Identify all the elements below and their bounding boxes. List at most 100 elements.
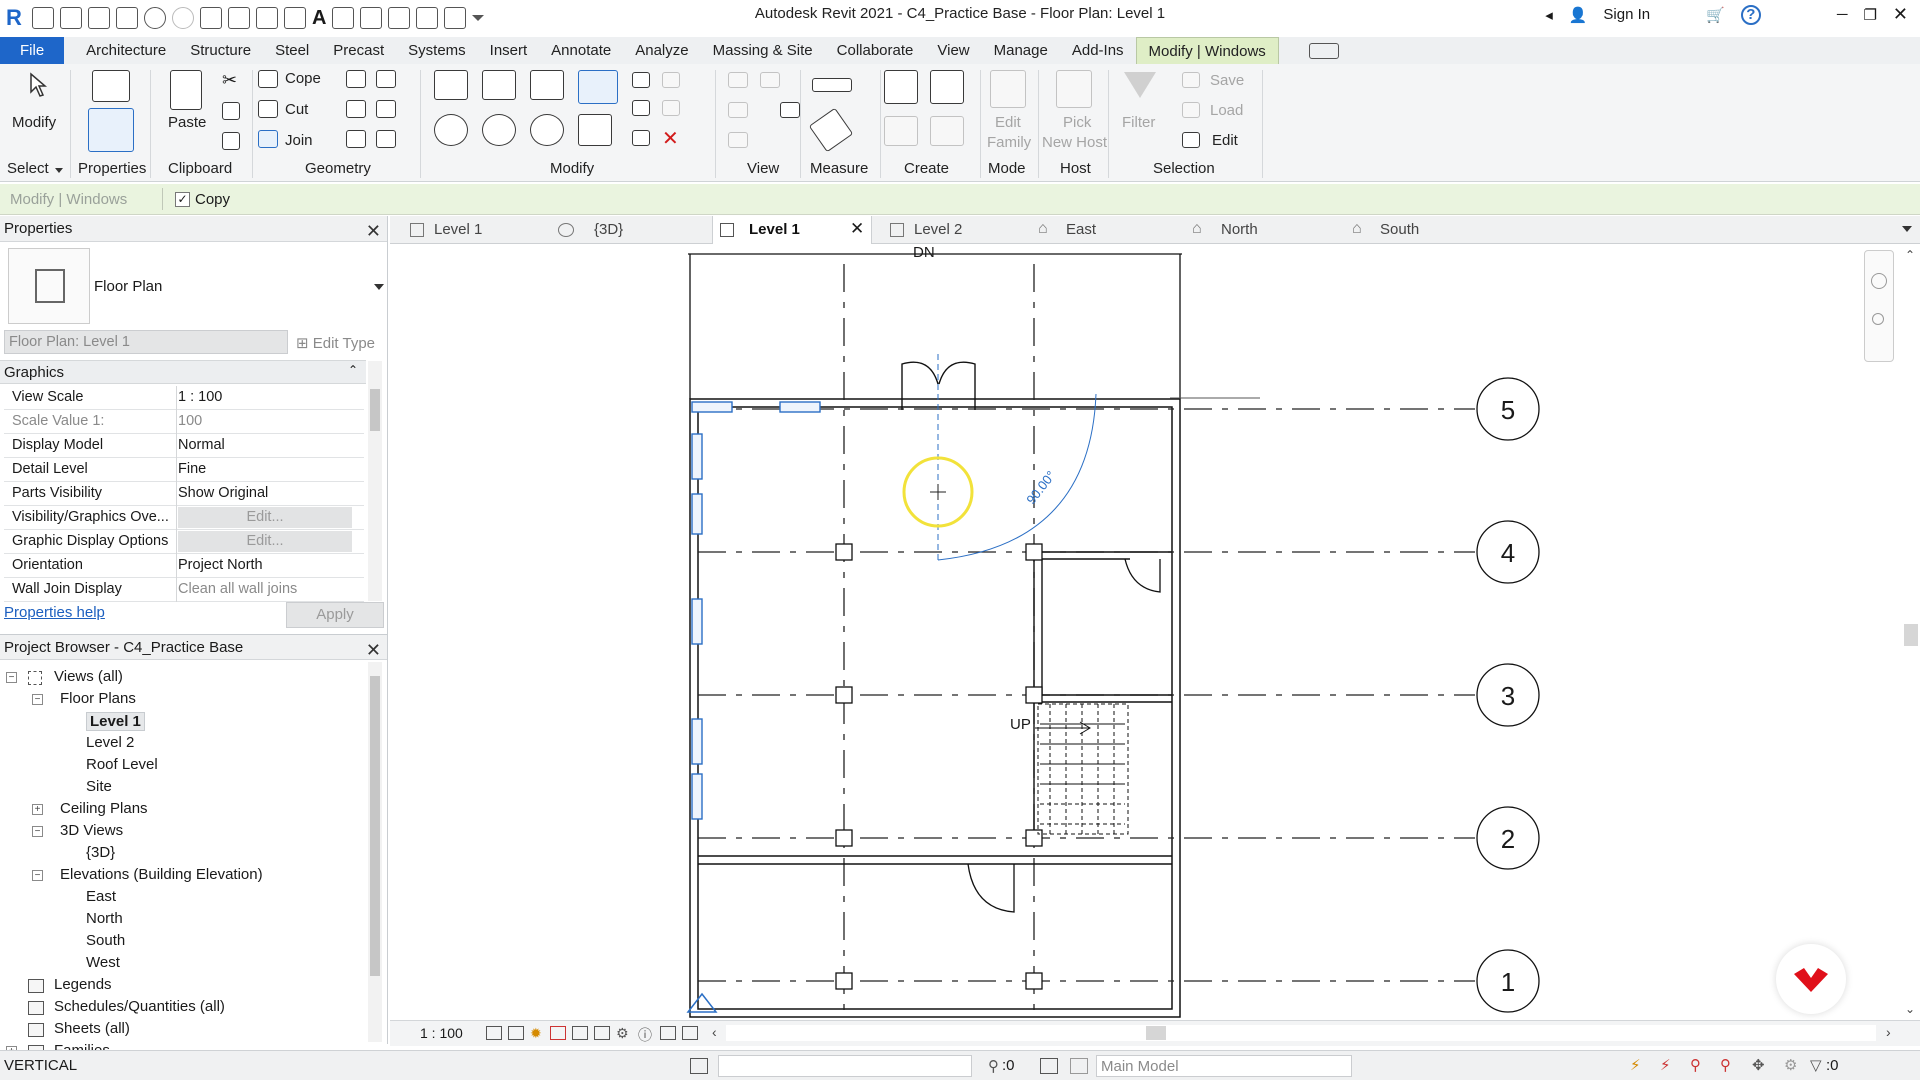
browser-item[interactable]: Floor Plans bbox=[60, 690, 136, 707]
delete-icon[interactable]: ✕ bbox=[662, 126, 679, 151]
geometry-tool-3-icon[interactable] bbox=[346, 100, 366, 118]
property-row[interactable]: Detail Level Fine bbox=[4, 458, 364, 482]
workset-dropdown[interactable] bbox=[718, 1055, 972, 1077]
cart-icon[interactable]: 🛒 bbox=[1706, 6, 1725, 24]
property-value[interactable]: Project North bbox=[178, 557, 263, 573]
close-view-tab-button[interactable]: ✕ bbox=[850, 219, 864, 239]
pick-new-host-icon[interactable] bbox=[1056, 70, 1092, 108]
unpin-icon[interactable] bbox=[632, 130, 650, 146]
property-row[interactable]: Parts Visibility Show Original bbox=[4, 482, 364, 506]
match-properties-icon[interactable] bbox=[222, 132, 240, 150]
design-option-dropdown[interactable]: Main Model bbox=[1096, 1055, 1352, 1077]
select-dropdown-icon[interactable] bbox=[55, 168, 63, 173]
tree-toggle-icon[interactable]: − bbox=[6, 672, 17, 683]
geometry-tool-6-icon[interactable] bbox=[376, 130, 396, 148]
floor-plan-drawing[interactable] bbox=[390, 244, 1920, 1020]
select-underlay-icon[interactable]: ⚡ bbox=[1660, 1056, 1671, 1074]
browser-item[interactable]: {3D} bbox=[86, 844, 115, 861]
property-row[interactable]: Orientation Project North bbox=[4, 554, 364, 578]
browser-item[interactable]: Level 1 bbox=[86, 712, 145, 731]
save-icon[interactable] bbox=[88, 7, 110, 29]
type-properties-icon[interactable] bbox=[92, 70, 130, 102]
override-graphics-icon[interactable] bbox=[728, 72, 748, 88]
pick-new-host-button[interactable]: Pick bbox=[1063, 114, 1091, 131]
geometry-tool-5-icon[interactable] bbox=[346, 130, 366, 148]
view-tab-north[interactable]: North bbox=[1185, 216, 1335, 244]
trim-extend-icon[interactable] bbox=[578, 114, 612, 146]
grid-bubble-4[interactable]: 4 bbox=[1495, 538, 1521, 569]
help-icon[interactable]: ? bbox=[1740, 4, 1761, 25]
switch-windows-icon[interactable] bbox=[444, 7, 467, 29]
tab-steel[interactable]: Steel bbox=[263, 37, 321, 64]
visual-style-icon[interactable] bbox=[508, 1026, 524, 1040]
view-scale-button[interactable]: 1 : 100 bbox=[420, 1025, 463, 1041]
property-value[interactable]: Edit... bbox=[178, 531, 352, 552]
panel-select-label[interactable]: Select bbox=[7, 160, 49, 177]
load-selection-button[interactable]: Load bbox=[1210, 102, 1243, 119]
thin-lines-icon[interactable] bbox=[388, 7, 411, 29]
tab-view[interactable]: View bbox=[925, 37, 981, 64]
mirror-draw-axis-icon[interactable] bbox=[578, 70, 618, 104]
browser-item[interactable]: Schedules/Quantities (all) bbox=[54, 998, 225, 1015]
properties-help-link[interactable]: Properties help bbox=[4, 604, 105, 621]
sync-icon[interactable] bbox=[116, 7, 138, 29]
scale-icon[interactable] bbox=[662, 100, 680, 116]
property-value[interactable]: 100 bbox=[178, 413, 202, 429]
copy-checkbox[interactable]: ✓ bbox=[175, 192, 190, 207]
geometry-tool-4-icon[interactable] bbox=[376, 100, 396, 118]
scroll-right-icon[interactable]: › bbox=[1886, 1024, 1891, 1040]
browser-item[interactable]: Legends bbox=[54, 976, 112, 993]
grid-bubble-1[interactable]: 1 bbox=[1495, 967, 1521, 998]
measure-between-icon[interactable] bbox=[812, 78, 852, 92]
hide-element-icon[interactable] bbox=[760, 72, 780, 88]
close-properties-button[interactable]: ✕ bbox=[366, 218, 381, 244]
worksets-icon[interactable] bbox=[690, 1058, 708, 1074]
type-selector[interactable]: Floor Plan bbox=[4, 244, 386, 326]
aligned-dimension-icon[interactable] bbox=[808, 107, 854, 153]
zoom-icon[interactable] bbox=[1872, 313, 1884, 325]
create-group-icon[interactable] bbox=[884, 116, 918, 146]
property-value[interactable]: Fine bbox=[178, 461, 206, 477]
apply-button[interactable]: Apply bbox=[286, 602, 384, 628]
properties-scrollbar[interactable] bbox=[368, 361, 382, 601]
browser-item[interactable]: Elevations (Building Elevation) bbox=[60, 866, 263, 883]
view-tab-east[interactable]: East bbox=[1030, 216, 1180, 244]
create-parts-icon[interactable] bbox=[930, 70, 964, 104]
mirror-pick-axis-icon[interactable] bbox=[530, 70, 564, 100]
join-icon[interactable] bbox=[258, 130, 278, 148]
view-tab-level-1-active[interactable]: Level 1 bbox=[712, 216, 872, 244]
copy-element-icon[interactable] bbox=[482, 114, 516, 146]
shadows-icon[interactable] bbox=[550, 1026, 566, 1040]
user-icon[interactable]: 👤 bbox=[1569, 6, 1588, 24]
rotate-icon[interactable] bbox=[530, 114, 564, 146]
paste-button[interactable]: Paste bbox=[168, 114, 206, 131]
property-row[interactable]: Scale Value 1: 100 bbox=[4, 410, 364, 434]
drag-elements-icon[interactable]: ✥ bbox=[1752, 1056, 1765, 1074]
close-browser-button[interactable]: ✕ bbox=[366, 637, 381, 663]
tree-toggle-icon[interactable]: − bbox=[32, 870, 43, 881]
select-by-face-icon[interactable]: ⚲ bbox=[1720, 1056, 1731, 1074]
property-row[interactable]: Graphic Display Options Edit... bbox=[4, 530, 364, 554]
graphics-section-header[interactable]: Graphics ⌃ bbox=[0, 360, 366, 384]
property-value[interactable]: Show Original bbox=[178, 485, 268, 501]
canvas-horizontal-scrollbar[interactable] bbox=[726, 1025, 1876, 1041]
ribbon-options-icon[interactable] bbox=[1308, 42, 1339, 59]
filter-button[interactable]: Filter bbox=[1122, 114, 1155, 131]
tab-add-ins[interactable]: Add-Ins bbox=[1060, 37, 1136, 64]
sign-in-button[interactable]: Sign In bbox=[1603, 6, 1650, 23]
open-icon[interactable] bbox=[60, 7, 82, 29]
steering-wheel-icon[interactable] bbox=[1871, 273, 1887, 289]
home-icon[interactable] bbox=[32, 7, 54, 29]
browser-item[interactable]: East bbox=[86, 888, 116, 905]
create-assembly-icon[interactable] bbox=[884, 70, 918, 104]
crop-view-icon[interactable] bbox=[572, 1026, 588, 1040]
move-icon[interactable] bbox=[434, 114, 468, 146]
load-selection-icon[interactable] bbox=[1182, 102, 1200, 118]
property-value[interactable]: Normal bbox=[178, 437, 225, 453]
paint-icon[interactable] bbox=[728, 132, 748, 148]
select-links-icon[interactable]: ⚡ bbox=[1630, 1056, 1641, 1074]
tree-toggle-icon[interactable]: − bbox=[32, 694, 43, 705]
view-tool-icon[interactable] bbox=[780, 102, 800, 118]
reveal-hidden-icon[interactable]: ⓘ bbox=[638, 1025, 652, 1045]
tab-insert[interactable]: Insert bbox=[478, 37, 540, 64]
